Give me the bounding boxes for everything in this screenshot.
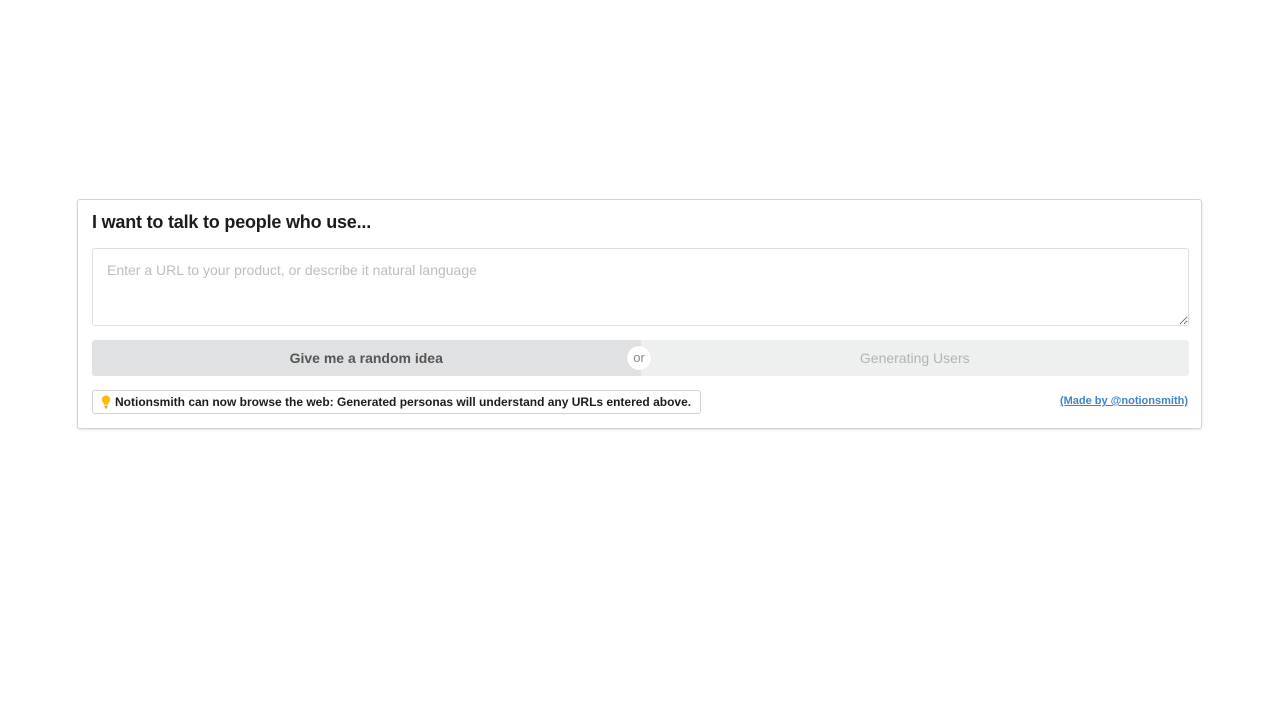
form-title: I want to talk to people who use... (92, 212, 372, 232)
made-by-link[interactable]: (Made by @notionsmith) (1060, 395, 1188, 407)
notice-text: Notionsmith can now browse the web: Gene… (115, 395, 692, 409)
generate-users-button[interactable]: Generating Users (640, 340, 1189, 376)
web-browsing-notice: Notionsmith can now browse the web: Gene… (92, 390, 702, 414)
product-input-wrapper (92, 248, 1189, 326)
lightbulb-icon (101, 395, 111, 409)
product-description-input[interactable] (92, 248, 1189, 326)
random-idea-button[interactable]: Give me a random idea (92, 340, 641, 376)
or-divider: or (627, 346, 651, 370)
action-button-group: Give me a random idea Generating Users o… (92, 340, 1189, 376)
idea-form-card: I want to talk to people who use... Give… (77, 199, 1202, 429)
